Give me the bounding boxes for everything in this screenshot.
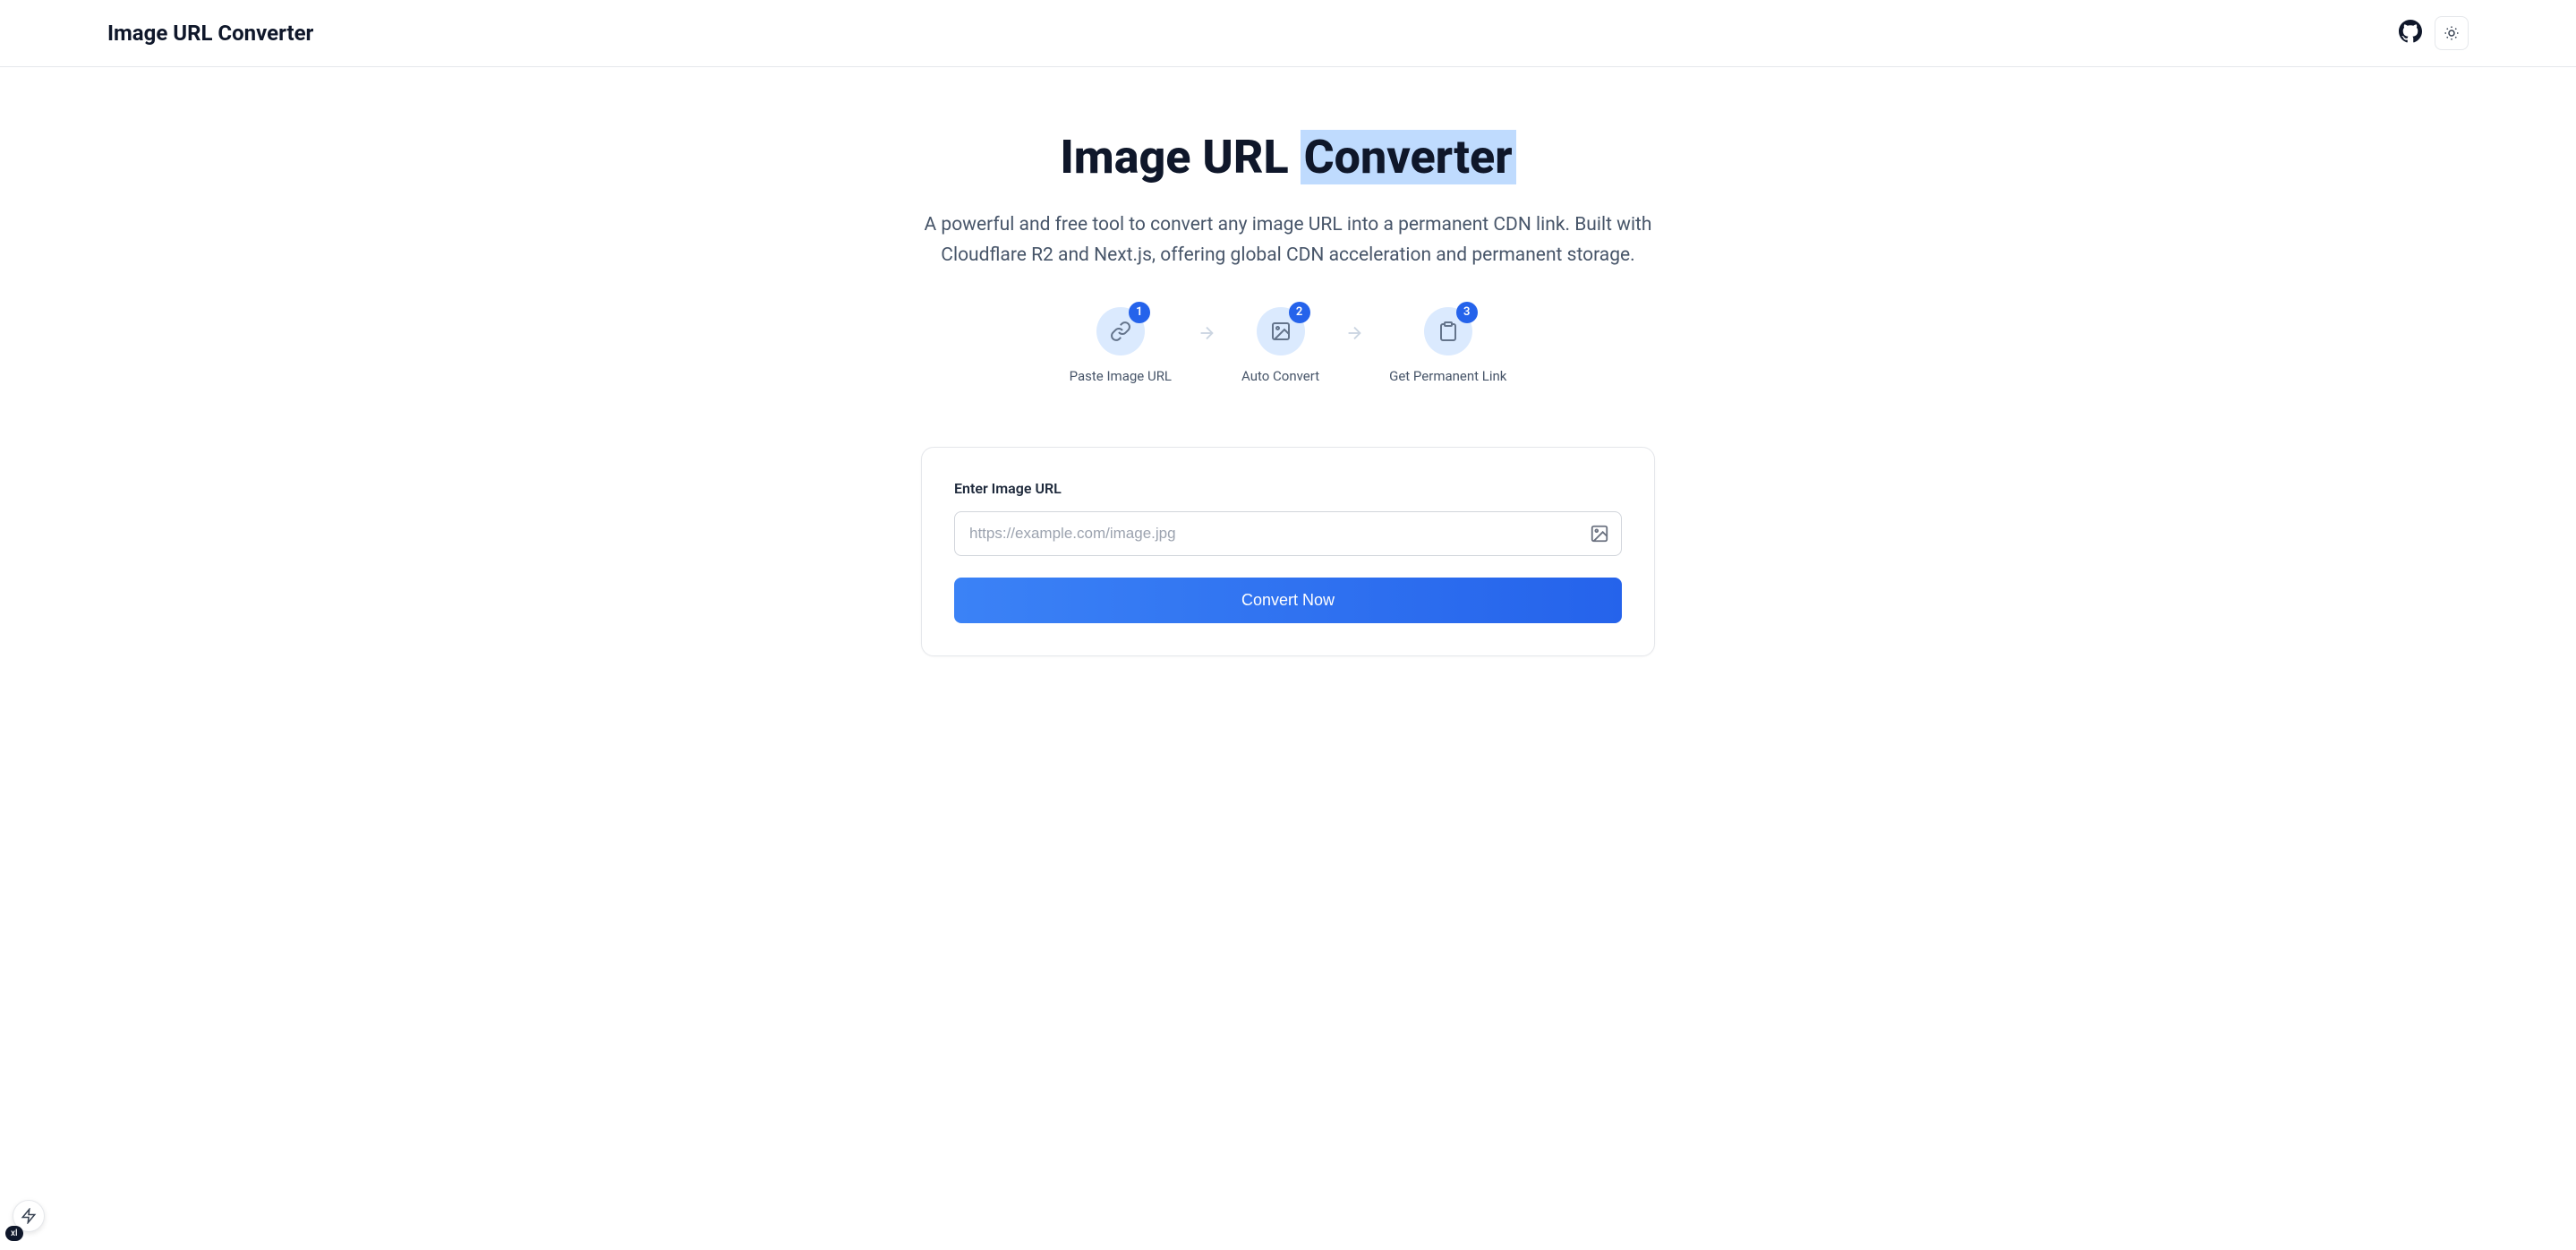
page-subtitle: A powerful and free tool to convert any … [921, 210, 1655, 270]
input-label: Enter Image URL [954, 480, 1622, 497]
url-input[interactable] [954, 511, 1622, 556]
steps-row: 1 Paste Image URL 2 Auto Convert 3 Get P… [921, 307, 1655, 384]
step-3: 3 Get Permanent Link [1389, 307, 1506, 384]
clipboard-icon [1437, 321, 1459, 342]
breakpoint-badge: xl [5, 1226, 23, 1241]
step-circle: 2 [1257, 307, 1305, 355]
lightning-icon [21, 1208, 37, 1224]
step-2: 2 Auto Convert [1241, 307, 1319, 384]
title-text-highlighted: Converter [1301, 130, 1516, 184]
header-actions [2399, 16, 2469, 50]
convert-button[interactable]: Convert Now [954, 578, 1622, 623]
main-content: Image URL Converter A powerful and free … [903, 67, 1673, 692]
step-1: 1 Paste Image URL [1070, 307, 1172, 384]
input-wrapper [954, 511, 1622, 556]
theme-toggle-button[interactable] [2435, 16, 2469, 50]
sun-icon [2444, 25, 2460, 41]
arrow-right-icon [1344, 323, 1364, 343]
step-badge: 2 [1289, 302, 1310, 323]
step-label: Paste Image URL [1070, 368, 1172, 384]
step-label: Get Permanent Link [1389, 368, 1506, 384]
step-badge: 3 [1456, 302, 1478, 323]
app-title: Image URL Converter [107, 21, 313, 46]
github-icon [2399, 20, 2422, 43]
step-circle: 1 [1096, 307, 1145, 355]
page-title: Image URL Converter [921, 130, 1655, 185]
arrow-right-icon [1197, 323, 1216, 343]
github-link[interactable] [2399, 20, 2422, 47]
image-icon [1270, 321, 1292, 342]
header: Image URL Converter [0, 0, 2576, 67]
form-card: Enter Image URL Convert Now [921, 447, 1655, 656]
step-arrow [1344, 323, 1364, 347]
step-arrow [1197, 323, 1216, 347]
title-text-1: Image URL [1060, 130, 1300, 184]
step-circle: 3 [1424, 307, 1472, 355]
link-icon [1110, 321, 1131, 342]
step-label: Auto Convert [1241, 368, 1319, 384]
image-icon [1590, 524, 1609, 544]
step-badge: 1 [1129, 302, 1150, 323]
